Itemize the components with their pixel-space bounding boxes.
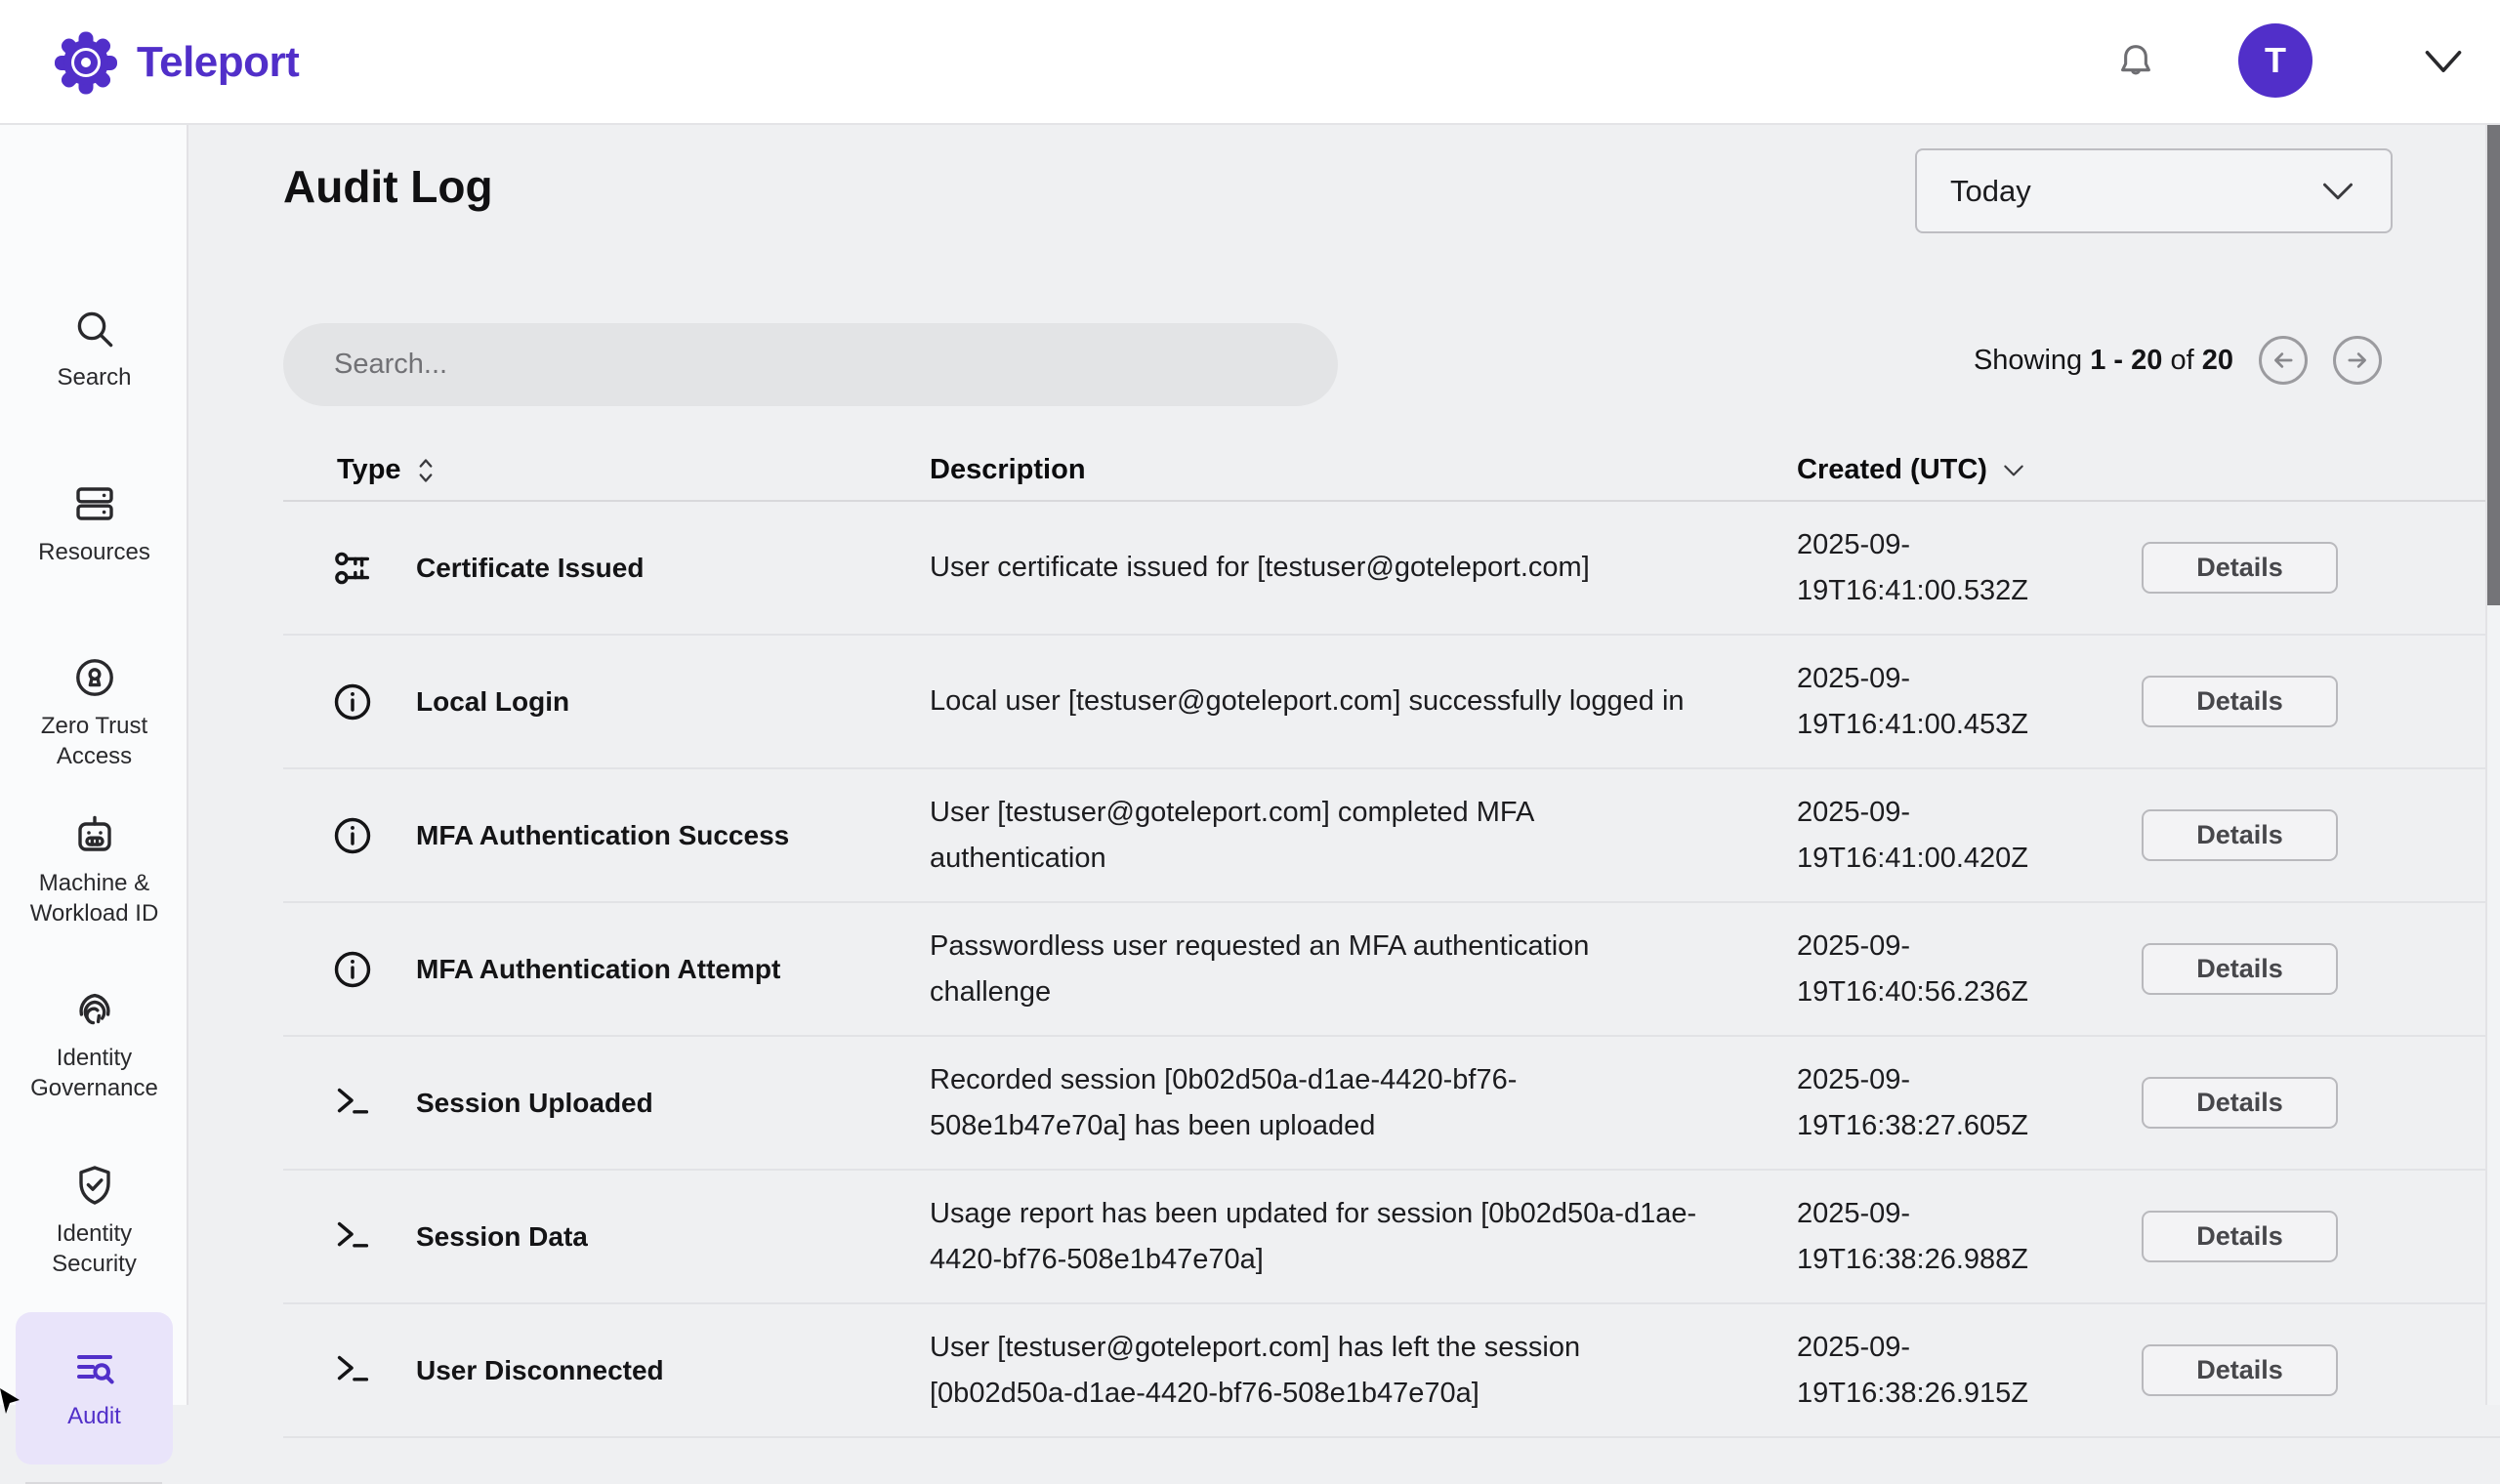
arrow-right-icon <box>2344 347 2371 374</box>
account-menu-chevron-down-icon[interactable] <box>2422 47 2465 76</box>
next-page-button[interactable] <box>2333 336 2382 385</box>
info-icon <box>330 813 375 858</box>
details-button[interactable]: Details <box>2142 676 2338 727</box>
sidebar-nav: Search Resources Zero Trust Access <box>0 125 188 1405</box>
sidebar-item-identity-governance[interactable]: Identity Governance <box>0 986 188 1103</box>
audit-log-icon <box>71 1346 118 1393</box>
table-header: Type Description Created (UTC) <box>283 430 2500 502</box>
sidebar-item-label: Audit <box>67 1401 121 1431</box>
arrow-left-icon <box>2270 347 2297 374</box>
showing-count: Showing 1 - 20 of 20 <box>1974 345 2233 377</box>
fingerprint-icon <box>71 986 118 1033</box>
details-button[interactable]: Details <box>2142 542 2338 594</box>
event-description: User certificate issued for [testuser@go… <box>930 545 1701 591</box>
terminal-icon <box>330 1081 375 1126</box>
main-content: Audit Log Today Showing 1 - 20 of 20 <box>190 125 2485 1405</box>
info-icon <box>330 947 375 992</box>
terminal-icon <box>330 1348 375 1393</box>
vertical-scrollbar[interactable] <box>2485 125 2500 1405</box>
prev-page-button[interactable] <box>2259 336 2308 385</box>
column-header-description[interactable]: Description <box>930 454 1797 486</box>
sort-icon <box>415 456 437 485</box>
terminal-icon <box>330 1215 375 1259</box>
sidebar-item-resources[interactable]: Resources <box>0 480 188 567</box>
date-range-value: Today <box>1950 174 2031 209</box>
details-button[interactable]: Details <box>2142 1077 2338 1129</box>
certificate-keys-icon <box>330 546 375 591</box>
sidebar-item-label: Zero Trust Access <box>21 711 168 771</box>
teleport-gear-icon <box>55 31 117 94</box>
notifications-bell-icon[interactable] <box>2113 39 2158 86</box>
servers-icon <box>71 480 118 527</box>
event-description: User [testuser@goteleport.com] has left … <box>930 1325 1701 1417</box>
sidebar-item-zero-trust-access[interactable]: Zero Trust Access <box>0 654 188 771</box>
event-created: 2025-09-19T16:38:26.915Z <box>1797 1325 2075 1417</box>
search-input[interactable] <box>283 323 1338 406</box>
details-button[interactable]: Details <box>2142 1211 2338 1262</box>
sidebar-item-machine-workload-id[interactable]: Machine & Workload ID <box>0 811 188 928</box>
details-button[interactable]: Details <box>2142 1344 2338 1396</box>
pagination-area: Showing 1 - 20 of 20 <box>1974 324 2382 396</box>
event-type-label: MFA Authentication Attempt <box>416 954 780 985</box>
sidebar-item-identity-security[interactable]: Identity Security <box>0 1162 188 1279</box>
top-bar: Teleport T <box>0 0 2500 125</box>
table-row: Local Login Local user [testuser@gotelep… <box>283 636 2500 769</box>
chevron-down-icon <box>2001 463 2026 478</box>
event-type-label: Session Uploaded <box>416 1088 653 1119</box>
event-created: 2025-09-19T16:38:27.605Z <box>1797 1057 2075 1149</box>
teleport-logo[interactable]: Teleport <box>55 31 299 94</box>
table-row: Session Uploaded Recorded session [0b02d… <box>283 1037 2500 1171</box>
shield-check-icon <box>71 1162 118 1209</box>
details-button[interactable]: Details <box>2142 943 2338 995</box>
event-created: 2025-09-19T16:41:00.532Z <box>1797 522 2075 614</box>
event-type-label: User Disconnected <box>416 1355 664 1386</box>
event-created: 2025-09-19T16:38:26.988Z <box>1797 1191 2075 1283</box>
keyhole-icon <box>71 654 118 701</box>
sidebar-item-search[interactable]: Search <box>0 306 188 392</box>
audit-events-table: Type Description Created (UTC) <box>283 430 2500 1438</box>
table-row: MFA Authentication Attempt Passwordless … <box>283 903 2500 1037</box>
date-range-select[interactable]: Today <box>1915 148 2393 233</box>
table-row: Session Data Usage report has been updat… <box>283 1171 2500 1304</box>
table-row: Certificate Issued User certificate issu… <box>283 502 2500 636</box>
event-created: 2025-09-19T16:41:00.420Z <box>1797 790 2075 882</box>
sidebar-item-label: Identity Security <box>21 1218 168 1279</box>
sidebar-item-label: Machine & Workload ID <box>21 868 168 928</box>
event-type-label: Certificate Issued <box>416 553 644 584</box>
search-icon <box>71 306 118 352</box>
event-description: Usage report has been updated for sessio… <box>930 1191 1701 1283</box>
table-row: User Disconnected User [testuser@gotelep… <box>283 1304 2500 1438</box>
event-type-label: Local Login <box>416 686 569 718</box>
chevron-down-icon <box>2320 181 2355 202</box>
details-button[interactable]: Details <box>2142 809 2338 861</box>
table-row: MFA Authentication Success User [testuse… <box>283 769 2500 903</box>
mouse-cursor <box>0 1386 27 1420</box>
page-title: Audit Log <box>283 160 493 213</box>
event-description: User [testuser@goteleport.com] completed… <box>930 790 1701 882</box>
user-avatar[interactable]: T <box>2238 23 2312 98</box>
event-created: 2025-09-19T16:40:56.236Z <box>1797 924 2075 1015</box>
event-type-label: MFA Authentication Success <box>416 820 789 851</box>
sidebar-item-label: Resources <box>38 537 150 567</box>
sidebar-item-audit[interactable]: Audit <box>16 1312 173 1464</box>
brand-name: Teleport <box>137 38 299 87</box>
event-description: Local user [testuser@goteleport.com] suc… <box>930 679 1701 724</box>
column-header-type[interactable]: Type <box>283 454 930 486</box>
event-created: 2025-09-19T16:41:00.453Z <box>1797 656 2075 748</box>
info-icon <box>330 680 375 724</box>
sidebar-item-label: Search <box>57 362 131 392</box>
sidebar-item-label: Identity Governance <box>21 1043 168 1103</box>
event-description: Recorded session [0b02d50a-d1ae-4420-bf7… <box>930 1057 1701 1149</box>
robot-icon <box>71 811 118 858</box>
scrollbar-thumb[interactable] <box>2487 125 2500 605</box>
event-type-label: Session Data <box>416 1221 588 1253</box>
event-description: Passwordless user requested an MFA authe… <box>930 924 1701 1015</box>
column-header-created[interactable]: Created (UTC) <box>1797 454 2142 486</box>
